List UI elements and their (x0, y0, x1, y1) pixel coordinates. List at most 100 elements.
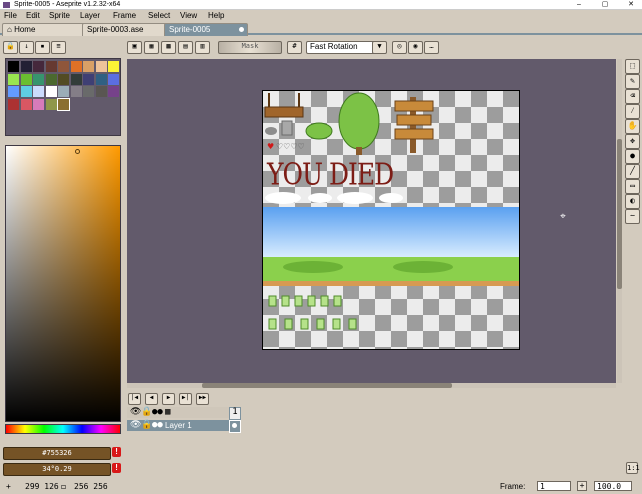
palette-swatch[interactable] (8, 86, 19, 97)
palette-swatch[interactable] (20, 61, 32, 72)
palette-swatch[interactable] (95, 73, 107, 85)
palette-swatch[interactable] (20, 86, 32, 97)
hand-icon[interactable]: ✋ (625, 119, 640, 134)
tab-close-dot[interactable] (239, 27, 244, 32)
warning-icon[interactable]: ! (112, 447, 121, 457)
group-icon[interactable]: ▦ (165, 407, 170, 417)
palette-swatch[interactable] (58, 61, 69, 72)
more-icon[interactable]: … (424, 41, 439, 54)
rect-icon[interactable]: ▭ (625, 179, 640, 194)
lock-icon[interactable]: 🔒 (3, 41, 18, 54)
marquee-icon[interactable]: ⬚ (625, 59, 640, 74)
warning-icon[interactable]: ! (112, 463, 121, 473)
palette-swatch[interactable] (20, 73, 32, 85)
minimize-button[interactable]: – (568, 0, 590, 10)
add-frame-button[interactable]: + (577, 481, 587, 491)
palette-swatch[interactable] (95, 61, 107, 72)
link-icon[interactable]: ●● (152, 407, 163, 417)
menu-help[interactable]: Help (208, 10, 224, 22)
menu-sprite[interactable]: Sprite (49, 10, 70, 22)
transparent-icon[interactable]: ▩ (161, 41, 176, 54)
scale-icon[interactable]: ◉ (408, 41, 423, 54)
palette-swatch[interactable] (45, 98, 57, 110)
tab-home[interactable]: ⌂ Home (2, 23, 86, 36)
frame-header[interactable]: 1 (229, 407, 241, 420)
lock-icon[interactable]: 🔒 (141, 420, 152, 431)
grid-icon[interactable]: # (287, 41, 302, 54)
move-icon[interactable]: ✥ (625, 134, 640, 149)
line-icon[interactable]: ╱ (625, 164, 640, 179)
paste-icon[interactable]: ▣ (127, 41, 142, 54)
palette-swatch[interactable] (33, 98, 44, 110)
frame-input[interactable]: 1 (537, 481, 571, 491)
menu-select[interactable]: Select (148, 10, 170, 22)
blur-icon[interactable]: ◐ (625, 194, 640, 209)
vertical-scrollbar[interactable] (617, 59, 622, 383)
palette-swatch[interactable] (108, 73, 119, 85)
palette-swatch[interactable] (45, 61, 57, 72)
palette-swatch[interactable] (8, 61, 19, 72)
palette-swatch[interactable] (20, 98, 32, 110)
chevron-down-icon[interactable]: ▼ (372, 41, 387, 54)
smudge-icon[interactable]: ∼ (625, 209, 640, 224)
align-icon[interactable]: ▥ (195, 41, 210, 54)
palette-swatch[interactable] (83, 86, 94, 97)
cel[interactable] (229, 420, 241, 433)
opaque-icon[interactable]: ▦ (144, 41, 159, 54)
palette-swatch[interactable] (83, 73, 94, 85)
eye-icon[interactable]: 👁 (130, 420, 141, 431)
palette-swatch[interactable] (70, 86, 82, 97)
layer-name[interactable]: Layer 1 (165, 420, 192, 431)
maximize-button[interactable]: ▢ (594, 0, 616, 10)
sprite-canvas[interactable]: ♥ ♡♡♡♡ YOU DIED (262, 90, 520, 350)
prev-frame-button[interactable]: ◀ (145, 393, 158, 405)
first-frame-button[interactable]: |◀ (128, 393, 141, 405)
palette-swatch[interactable] (58, 73, 69, 85)
eyedropper-icon[interactable]: ⁄ (625, 104, 640, 119)
layer-row[interactable]: 👁 🔒 ●● Layer 1 (127, 420, 229, 431)
play-button[interactable]: ▶ (162, 393, 175, 405)
horizontal-scrollbar[interactable] (127, 383, 616, 388)
palette-swatch[interactable] (8, 98, 19, 110)
list-icon[interactable]: ≡ (51, 41, 66, 54)
pivot-icon[interactable]: ▤ (178, 41, 193, 54)
background-color[interactable]: 34°0.29 (3, 463, 111, 476)
next-frame-button[interactable]: ▶| (179, 393, 192, 405)
link-icon[interactable]: ●● (152, 420, 163, 431)
eye-icon[interactable]: 👁 (130, 407, 141, 417)
palette-swatch[interactable] (57, 97, 70, 111)
palette-swatch[interactable] (58, 86, 69, 97)
last-frame-button[interactable]: ▶▶ (196, 393, 209, 405)
menu-frame[interactable]: Frame (113, 10, 136, 22)
palette-swatch[interactable] (70, 61, 82, 72)
palette-swatch[interactable] (33, 86, 44, 97)
menu-file[interactable]: File (4, 10, 17, 22)
close-button[interactable]: ✕ (620, 0, 642, 10)
rotate-icon[interactable]: ◎ (392, 41, 407, 54)
doc-icon[interactable]: ▪ (35, 41, 50, 54)
color-picker-cursor[interactable] (75, 149, 80, 154)
palette-swatch[interactable] (108, 61, 119, 72)
menu-layer[interactable]: Layer (80, 10, 100, 22)
menu-view[interactable]: View (180, 10, 197, 22)
mask-color-button[interactable]: Mask (218, 41, 282, 54)
palette-swatch[interactable] (83, 61, 94, 72)
palette-swatch[interactable] (33, 61, 44, 72)
eraser-icon[interactable]: ⌫ (625, 89, 640, 104)
timeline-config-button[interactable]: 1:1 (626, 462, 640, 474)
palette-swatch[interactable] (8, 73, 19, 85)
bucket-icon[interactable]: ● (625, 149, 640, 164)
lock-icon[interactable]: 🔒 (141, 407, 152, 417)
pencil-icon[interactable]: ✎ (625, 74, 640, 89)
foreground-color[interactable]: #755326 (3, 447, 111, 460)
palette-swatch[interactable] (108, 86, 119, 97)
palette-swatch[interactable] (45, 86, 57, 97)
menu-edit[interactable]: Edit (26, 10, 40, 22)
hue-slider[interactable] (5, 424, 121, 434)
tab-sprite-0005[interactable]: Sprite-0005 (164, 23, 248, 36)
rotation-algorithm-select[interactable]: Fast Rotation (306, 41, 377, 54)
palette-swatch[interactable] (95, 86, 107, 97)
arrow-down-icon[interactable]: ↓ (19, 41, 34, 54)
palette-swatch[interactable] (45, 73, 57, 85)
palette-swatch[interactable] (33, 73, 44, 85)
